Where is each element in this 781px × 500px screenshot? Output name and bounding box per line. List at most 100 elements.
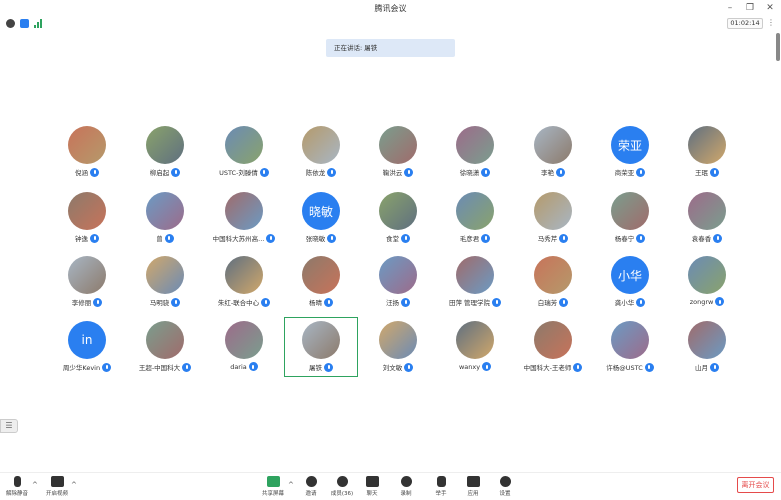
invite-button[interactable]: 邀请 <box>296 476 326 500</box>
microphone-icon <box>401 233 410 243</box>
microphone-icon <box>171 297 181 307</box>
participant-name-line: 汪扬 <box>361 297 435 307</box>
participant-name-line: 钟逸 <box>50 233 124 243</box>
participant-tile[interactable]: 王超-中国科大 <box>128 317 202 377</box>
participant-name-line: 王超-中国科大 <box>128 362 202 372</box>
speaking-label: 正在讲话: <box>334 44 363 52</box>
participant-tile[interactable]: 鞠洪云 <box>361 122 435 182</box>
microphone-icon <box>182 362 192 372</box>
participant-tile[interactable]: 山月 <box>670 317 744 377</box>
more-icon[interactable]: ⋮ <box>767 18 775 27</box>
participant-tile[interactable]: 田萍 管理学院 <box>438 252 512 312</box>
participant-tile[interactable]: daria <box>207 317 281 377</box>
microphone-icon <box>492 297 502 307</box>
participant-name-line: 屠铁 <box>285 362 357 372</box>
participant-tile[interactable]: 柳启起 <box>128 122 202 182</box>
share-screen-button[interactable]: 共享屏幕 <box>258 476 288 500</box>
avatar <box>302 126 340 164</box>
participant-name: USTC-刘滕倩 <box>219 169 258 177</box>
participant-tile[interactable]: 中国科大-王老师 <box>516 317 590 377</box>
participant-tile[interactable]: 刘文敏 <box>361 317 435 377</box>
list-view-icon[interactable]: ☰ <box>0 419 18 433</box>
participant-name-line: 鞠洪云 <box>361 167 435 177</box>
apps-button[interactable]: 应用 <box>458 476 488 500</box>
participant-name-line: wanxy <box>438 362 512 371</box>
leave-meeting-button[interactable]: 离开会议 <box>737 477 774 493</box>
microphone-icon <box>327 167 337 177</box>
participant-tile[interactable]: wanxy <box>438 317 512 377</box>
mute-button[interactable]: 解除静音 <box>2 476 32 500</box>
participant-name-line: 许杨@USTC <box>593 362 667 372</box>
participant-name-line: 白瑞芳 <box>516 297 590 307</box>
participant-name-line: 倪涵 <box>50 167 124 177</box>
restore-icon[interactable]: ❐ <box>743 1 757 15</box>
share-options-chevron[interactable]: ^ <box>288 481 294 489</box>
participant-tile[interactable]: 钟逸 <box>50 188 124 248</box>
avatar <box>456 256 494 294</box>
video-options-chevron[interactable]: ^ <box>71 481 77 489</box>
microphone-icon <box>556 167 565 177</box>
speaking-indicator: 正在讲话: 屠铁 <box>326 39 455 57</box>
shield-icon[interactable] <box>20 19 29 28</box>
avatar <box>146 321 184 359</box>
participant-tile[interactable]: 食堂 <box>361 188 435 248</box>
participant-tile[interactable]: 倪涵 <box>50 122 124 182</box>
participant-name-line: 陈依龙 <box>284 167 358 177</box>
participant-tile[interactable]: 李艳 <box>516 122 590 182</box>
participant-tile[interactable]: in 周少华Kevin <box>50 317 124 377</box>
participant-tile[interactable]: 毛彦君 <box>438 188 512 248</box>
microphone-icon <box>636 233 646 243</box>
participant-name: 许杨@USTC <box>606 364 643 372</box>
bottom-toolbar: 解除静音 ^ 开启视频 ^ 共享屏幕 ^ 邀请 成员(36) 聊天 录制 举手 … <box>0 472 781 500</box>
members-button[interactable]: 成员(36) <box>327 476 357 500</box>
scrollbar[interactable] <box>776 33 780 61</box>
participant-tile[interactable]: 晓敏 张晓敏 <box>284 188 358 248</box>
settings-button[interactable]: 设置 <box>490 476 520 500</box>
participant-tile[interactable]: 王珉 <box>670 122 744 182</box>
participant-tile[interactable]: 白瑞芳 <box>516 252 590 312</box>
participant-tile[interactable]: 荣亚 商荣亚 <box>593 122 667 182</box>
participant-tile[interactable]: 中国科大苏州高... <box>207 188 281 248</box>
mute-options-chevron[interactable]: ^ <box>32 481 38 489</box>
microphone-icon <box>710 167 719 177</box>
avatar <box>146 126 184 164</box>
minimize-icon[interactable]: – <box>723 1 737 15</box>
participant-name-line: daria <box>207 362 281 371</box>
close-icon[interactable]: ✕ <box>763 1 777 15</box>
microphone-icon <box>261 297 271 307</box>
participant-tile[interactable]: 杨晴 <box>284 252 358 312</box>
participant-name-line: 柳启起 <box>128 167 202 177</box>
avatar <box>534 192 572 230</box>
record-button[interactable]: 录制 <box>391 476 421 500</box>
video-button[interactable]: 开启视频 <box>42 476 72 500</box>
participant-tile[interactable]: 徐晓潇 <box>438 122 512 182</box>
participant-tile[interactable]: 陈依龙 <box>284 122 358 182</box>
participant-tile[interactable]: 马明骁 <box>128 252 202 312</box>
participant-tile[interactable]: 曾 <box>128 188 202 248</box>
participant-tile[interactable]: 马秀芹 <box>516 188 590 248</box>
participant-name: 李艳 <box>541 169 554 177</box>
participant-tile[interactable]: 杨春宁 <box>593 188 667 248</box>
microphone-icon <box>164 233 174 243</box>
participant-tile[interactable]: 小华 龚小华 <box>593 252 667 312</box>
chat-button[interactable]: 聊天 <box>357 476 387 500</box>
participant-tile[interactable]: 屠铁 <box>284 317 358 377</box>
signal-icon[interactable] <box>34 19 43 28</box>
participant-tile[interactable]: 朱红-联合中心 <box>207 252 281 312</box>
microphone-icon <box>710 362 719 372</box>
raise-hand-button[interactable]: 举手 <box>426 476 456 500</box>
participant-tile[interactable]: 许杨@USTC <box>593 317 667 377</box>
info-icon[interactable] <box>6 19 15 28</box>
microphone-icon <box>401 297 410 307</box>
apps-icon <box>466 476 480 487</box>
participant-tile[interactable]: 李修丽 <box>50 252 124 312</box>
participant-name-line: 马明骁 <box>128 297 202 307</box>
microphone-icon <box>573 362 583 372</box>
participant-tile[interactable]: 汪扬 <box>361 252 435 312</box>
participant-tile[interactable]: USTC-刘滕倩 <box>207 122 281 182</box>
participant-name: 毛彦君 <box>459 235 480 243</box>
share-screen-icon <box>266 476 280 487</box>
participant-tile[interactable]: zongrw <box>670 252 744 312</box>
participant-tile[interactable]: 袁春香 <box>670 188 744 248</box>
avatar <box>68 126 106 164</box>
